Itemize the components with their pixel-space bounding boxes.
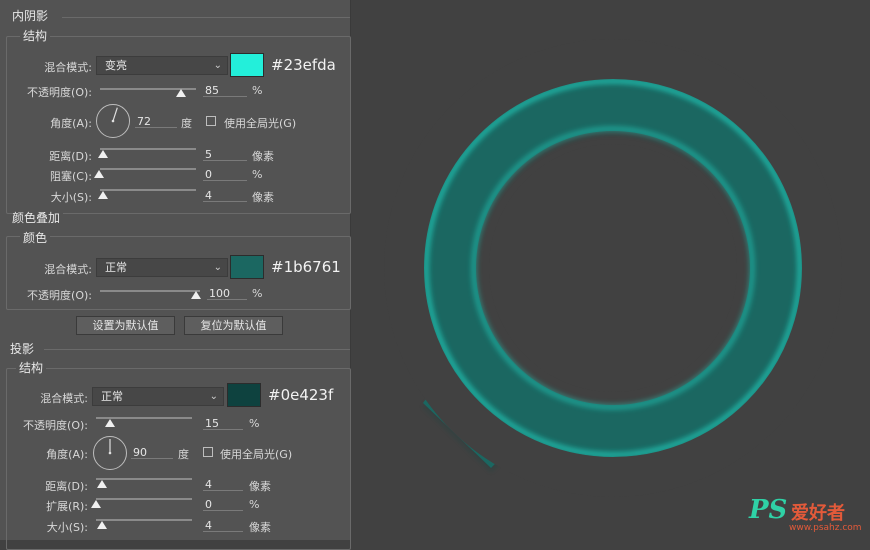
set-default-button[interactable]: 设置为默认值 [76, 316, 175, 335]
opacity-input[interactable]: 100 [207, 287, 247, 300]
spread-slider-track[interactable] [96, 498, 192, 500]
blend-mode-label: 混合模式: [40, 392, 88, 405]
distance-slider-track[interactable] [96, 478, 192, 480]
distance-slider-thumb[interactable] [98, 150, 108, 158]
magnifier-ring-icon [384, 39, 842, 497]
distance-slider-thumb[interactable] [97, 480, 107, 488]
divider [62, 17, 350, 18]
size-label: 大小(S): [46, 521, 88, 534]
layer-style-panel: 内阴影 结构 混合模式: 变亮 ⌄ #23efda 不透明度(O): 85 % … [0, 0, 351, 550]
watermark-ps: PS [749, 495, 788, 525]
global-light-checkbox[interactable] [206, 116, 216, 126]
blend-mode-label: 混合模式: [44, 61, 92, 74]
size-unit: 像素 [249, 521, 271, 534]
distance-input[interactable]: 5 [203, 148, 247, 161]
distance-unit: 像素 [249, 480, 271, 493]
size-input[interactable]: 4 [203, 519, 243, 532]
blend-mode-select[interactable]: 正常 ⌄ [92, 387, 224, 406]
distance-label: 距离(D): [49, 150, 92, 163]
blend-mode-value: 正常 [101, 390, 123, 403]
angle-dial[interactable] [93, 436, 127, 470]
spread-unit: % [249, 498, 260, 511]
angle-label: 角度(A): [50, 117, 92, 130]
reset-default-button[interactable]: 复位为默认值 [184, 316, 283, 335]
opacity-unit: % [249, 417, 260, 430]
size-label: 大小(S): [50, 191, 92, 204]
angle-dial[interactable] [96, 104, 130, 138]
color-overlay-color-title: 颜色 [20, 229, 51, 246]
distance-unit: 像素 [252, 150, 274, 163]
opacity-label: 不透明度(O): [23, 419, 88, 432]
drop-shadow-title: 投影 [10, 342, 35, 356]
opacity-slider-track[interactable] [100, 290, 200, 292]
drop-shadow-structure-title: 结构 [16, 359, 47, 376]
opacity-unit: % [252, 287, 263, 300]
blend-mode-select[interactable]: 变亮 ⌄ [96, 56, 228, 75]
global-light-label: 使用全局光(G) [220, 448, 293, 461]
opacity-slider-thumb[interactable] [105, 419, 115, 427]
size-slider-track[interactable] [100, 189, 196, 191]
opacity-unit: % [252, 84, 263, 97]
chevron-down-icon: ⌄ [213, 60, 222, 71]
opacity-label: 不透明度(O): [27, 86, 92, 99]
size-slider-thumb[interactable] [97, 521, 107, 529]
size-input[interactable]: 4 [203, 189, 247, 202]
spread-input[interactable]: 0 [203, 498, 243, 511]
choke-slider-thumb[interactable] [94, 170, 104, 178]
angle-input[interactable]: 90 [131, 446, 173, 459]
watermark-cn-text: 爱好者 [791, 503, 845, 524]
distance-slider-track[interactable] [100, 148, 196, 150]
inner-shadow-structure-title: 结构 [20, 27, 51, 44]
color-overlay-title: 颜色叠加 [12, 209, 64, 226]
canvas-preview: PS 爱好者 www.psahz.com [351, 0, 870, 540]
opacity-label: 不透明度(O): [27, 289, 92, 302]
spread-label: 扩展(R): [46, 500, 88, 513]
size-slider-thumb[interactable] [98, 191, 108, 199]
opacity-slider-thumb[interactable] [176, 89, 186, 97]
choke-label: 阻塞(C): [50, 170, 92, 183]
opacity-input[interactable]: 85 [203, 84, 247, 97]
spread-slider-thumb[interactable] [91, 500, 101, 508]
watermark-url: www.psahz.com [789, 523, 862, 533]
inner-shadow-title: 内阴影 [12, 9, 49, 23]
color-overlay-color-hex: #1b6761 [271, 258, 341, 276]
global-light-checkbox[interactable] [203, 447, 213, 457]
drop-shadow-color-swatch[interactable] [227, 383, 261, 407]
size-unit: 像素 [252, 191, 274, 204]
color-overlay-color-swatch[interactable] [230, 255, 264, 279]
divider [44, 349, 350, 350]
choke-unit: % [252, 168, 263, 181]
angle-input[interactable]: 72 [135, 115, 177, 128]
size-slider-track[interactable] [96, 519, 192, 521]
chevron-down-icon: ⌄ [209, 391, 218, 402]
angle-needle-icon [108, 439, 112, 455]
drop-shadow-color-hex: #0e423f [268, 386, 334, 404]
distance-input[interactable]: 4 [203, 478, 243, 491]
opacity-input[interactable]: 15 [203, 417, 243, 430]
blend-mode-value: 正常 [105, 261, 127, 274]
blend-mode-label: 混合模式: [44, 263, 92, 276]
chevron-down-icon: ⌄ [213, 262, 222, 273]
choke-input[interactable]: 0 [203, 168, 247, 181]
global-light-label: 使用全局光(G) [224, 117, 297, 130]
opacity-slider-thumb[interactable] [191, 291, 201, 299]
blend-mode-select[interactable]: 正常 ⌄ [96, 258, 228, 277]
angle-unit: 度 [178, 448, 189, 461]
choke-slider-track[interactable] [100, 168, 196, 170]
distance-label: 距离(D): [45, 480, 88, 493]
inner-shadow-color-hex: #23efda [271, 56, 336, 74]
angle-needle-icon [111, 107, 118, 123]
angle-label: 角度(A): [46, 448, 88, 461]
blend-mode-value: 变亮 [105, 59, 127, 72]
inner-shadow-color-swatch[interactable] [230, 53, 264, 77]
angle-unit: 度 [181, 117, 192, 130]
